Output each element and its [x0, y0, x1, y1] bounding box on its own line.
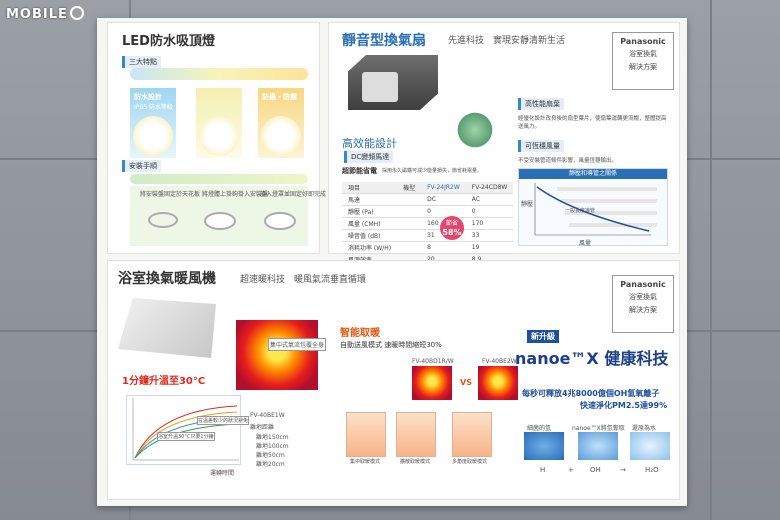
nanoe-line1: 每秒可釋放4兆8000億個OH氫氧離子 [522, 389, 660, 398]
smart-sub: 自動送風模式 速暖時間縮短30% [340, 341, 442, 349]
compare-vs: VS [460, 378, 472, 387]
compare-thermal-a [412, 366, 452, 400]
pressure-curve [534, 183, 651, 236]
heater-tagline: 超速暖科技 暖風氣流垂直循環 [240, 275, 367, 285]
thermal-label: 集中式氣流包覆全身 [268, 338, 327, 351]
saving-badge: 節省 58% [440, 216, 464, 240]
feature-insectproof: 防蟲・防塵 [258, 88, 304, 158]
led-title: LED防水吸頂燈 [122, 34, 215, 49]
heater-title: 浴室換氣暖風機 [118, 271, 216, 287]
lamp-icon [133, 116, 173, 156]
lamp-icon [199, 116, 239, 156]
features-tag: 三大特點 [122, 56, 161, 68]
heating-curves [132, 398, 239, 461]
mobile-logo-icon [69, 6, 84, 20]
mode-label-2: 擴散取暖模式 [400, 459, 431, 465]
mode-image-3 [452, 412, 492, 457]
smart-title: 智能取暖 [340, 328, 380, 339]
fixed-airflow-tag: 可恆穩風量 [518, 140, 564, 152]
mode-image-2 [396, 412, 436, 457]
efficiency-note: 採用永久磁鐵可減少能量損失，節省耗電量。 [382, 168, 483, 174]
tile-grout [710, 0, 712, 520]
legend-100: 離地100cm [256, 443, 289, 450]
compare-model-b: FV-40BE2W [482, 358, 517, 365]
thermal-image [236, 320, 318, 390]
feature-middle [196, 88, 242, 158]
legend-150: 離地150cm [256, 434, 289, 441]
legend-title: 離地距離 [250, 424, 275, 431]
chart-title: 靜壓和導管之關係 [519, 169, 667, 179]
lamp-body-icon [204, 212, 236, 230]
mode-label-1: 集中取暖模式 [350, 459, 381, 465]
chart-xlabel: 風量 [579, 240, 592, 247]
install-step-3: 旋入燈罩並固定好即完成 [260, 191, 327, 198]
new-badge: 新升級 [527, 330, 559, 343]
chart-note-1: 浴室升溫30°C只要1分鐘 [157, 432, 215, 441]
bacteria-image [524, 432, 564, 460]
efficiency-title: 高效能設計 [342, 137, 397, 150]
mode-image-1 [346, 412, 386, 457]
formula-h2o: H₂O [645, 466, 659, 474]
mount-plate-icon [148, 212, 178, 228]
fan-tagline: 先進科技 實現安靜清新生活 [448, 36, 566, 46]
nanoe-image [578, 432, 618, 460]
compare-model-a: FV-40BD1R/W [412, 358, 454, 365]
feature-label: 防蟲・防塵 [262, 93, 297, 101]
dc-motor-tag: DC變頻馬達 [344, 151, 394, 163]
formula-plus: + [568, 466, 574, 474]
fan-duct-image [362, 72, 398, 102]
chart-xlabel: 運轉時間 [210, 470, 235, 477]
feature-sub: IP65 防水等級 [134, 104, 173, 111]
compare-thermal-b [478, 366, 518, 400]
efficiency-desc: 超節能省電 [342, 167, 377, 175]
feature-waterproof: 防水設計 IP65 防水等級 [130, 88, 176, 158]
fixed-airflow-desc: 不受安裝管道條件影響，風量恆穩輸出。 [518, 158, 618, 164]
lamp-icon [261, 116, 301, 156]
formula-arrow: → [620, 466, 626, 474]
watermark: MOBILE [6, 6, 84, 22]
heater-unit-image [118, 298, 216, 358]
nanoe-step-3: 還原為水 [632, 425, 657, 432]
panasonic-brand-box-2: Panasonic 浴室換氣 解決方案 [612, 275, 674, 333]
formula-oh: OH [590, 466, 601, 474]
feature-label: 防水設計 [134, 93, 162, 101]
install-tag: 安裝手順 [122, 160, 161, 172]
nanoe-line2: 快速淨化PM2.5達99% [580, 401, 668, 410]
panasonic-brand-box: Panasonic 浴室換氣 解決方案 [612, 32, 674, 90]
blade-desc: 經優化設計改良後的扇型葉片，使扇葉運轉更流暢，整體提高送風力。 [518, 116, 667, 130]
chart-ylabel: 靜壓 [521, 201, 534, 208]
nanoe-step-2: nanoe™X將氫奪取 [572, 425, 625, 432]
fan-title: 靜音型換氣扇 [342, 33, 426, 49]
chart-model: FV-40BE1W [250, 412, 285, 419]
motor-image [455, 110, 495, 150]
install-steps: 將安裝盤固定於天花板 將燈體上掛鉤掛入安裝盤 旋入燈罩並固定好即完成 [130, 186, 326, 246]
install-step-2: 將燈體上掛鉤掛入安裝盤 [202, 191, 269, 198]
heat-caption: 1分鐘升溫至30°C [122, 376, 206, 387]
static-pressure-chart: 靜壓和導管之關係 靜壓 風量 一般長度導管 [518, 168, 668, 247]
mode-label-3: 多角度取暖模式 [452, 459, 488, 465]
install-strip [130, 174, 308, 184]
nanoe-step-1: 細菌的氫 [527, 425, 552, 432]
legend-50: 離地50cm [256, 452, 285, 459]
spec-table: 項目 機型 FV-24JR2W FV-24CD8W 馬達 DC AC 靜壓 (Pa) 0 0 … [342, 182, 514, 266]
feature-strip [130, 68, 308, 80]
nanoe-title: nanoe™X 健康科技 [515, 349, 669, 368]
install-step-1: 將安裝盤固定於天花板 [140, 191, 201, 198]
heating-chart: 浴室升溫30°C只要1分鐘 在溫差較少的狀況避免 [126, 395, 250, 465]
water-image [630, 432, 670, 460]
chart-note-2: 在溫差較少的狀況避免 [197, 416, 250, 425]
legend-20: 離地20cm [256, 461, 285, 468]
lamp-cover-icon [264, 212, 296, 230]
formula-h: H [540, 466, 546, 474]
blade-tag: 高性能扇葉 [518, 98, 564, 110]
